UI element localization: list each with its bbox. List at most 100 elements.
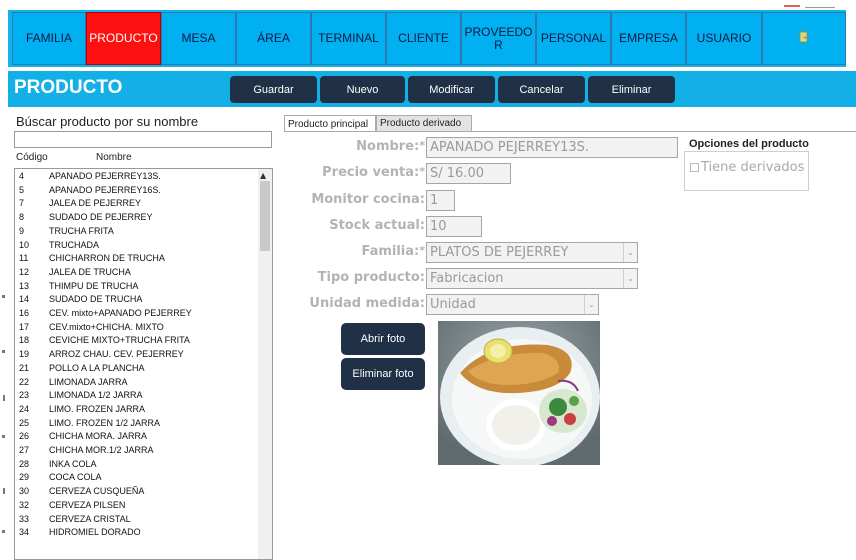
list-item-code: 21 (19, 362, 30, 373)
list-item[interactable]: 32 CERVEZA PILSEN (15, 500, 256, 511)
search-input[interactable] (14, 131, 272, 148)
tiene-derivados-label: Tiene derivados (701, 160, 805, 175)
list-item-name: TRUCHADA (49, 239, 100, 250)
list-item[interactable]: 33 CERVEZA CRISTAL (15, 514, 256, 525)
list-item-name: TRUCHA FRITA (49, 225, 114, 236)
list-item-code: 25 (19, 417, 30, 428)
tiene-derivados-checkbox[interactable] (690, 163, 699, 172)
nav-empresa[interactable]: EMPRESA (611, 12, 686, 65)
list-item[interactable]: 16 CEV. mixto+APANADO PEJERREY (15, 308, 256, 319)
list-item-name: CEV.mixto+CHICHA. MIXTO (49, 321, 164, 332)
precio-field[interactable]: S/ 16.00 (426, 163, 511, 184)
familia-label: Familia:* (361, 244, 425, 259)
tab-producto-derivado[interactable]: Producto derivado (376, 115, 472, 132)
list-item[interactable]: 27 CHICHA MOR.1/2 JARRA (15, 445, 256, 456)
list-item[interactable]: 13 THIMPU DE TRUCHA (15, 281, 256, 292)
list-item[interactable]: 21 POLLO A LA PLANCHA (15, 363, 256, 374)
nav-proveedor[interactable]: PROVEEDOR (461, 12, 536, 65)
list-item[interactable]: 19 ARROZ CHAU. CEV. PEJERREY (15, 349, 256, 360)
abrir-foto-button[interactable]: Abrir foto (341, 323, 425, 355)
list-item-code: 10 (19, 239, 30, 250)
top-navigation: FAMILIA PRODUCTO MESA ÁREA TERMINAL CLIE… (0, 0, 856, 68)
list-item-name: ARROZ CHAU. CEV. PEJERREY (49, 349, 184, 360)
options-title: Opciones del producto (689, 138, 809, 150)
product-list[interactable]: 34 HIDROMIEL DORADO 33 CERVEZA CRISTAL 32 CER… (14, 168, 273, 560)
guardar-button[interactable]: Guardar (230, 76, 317, 103)
exit-button[interactable] (762, 12, 846, 65)
eliminar-button[interactable]: Eliminar (588, 76, 675, 103)
eliminar-foto-button[interactable]: Eliminar foto (341, 358, 425, 390)
list-item-code: 33 (19, 513, 30, 524)
list-item-name: LIMO. FROZEN 1/2 JARRA (49, 417, 161, 428)
chevron-down-icon[interactable]: ⌄ (623, 269, 637, 288)
tipo-select[interactable]: Fabricacion ⌄ (426, 268, 638, 289)
list-item-name: POLLO A LA PLANCHA (49, 362, 145, 373)
nav-familia[interactable]: FAMILIA (12, 12, 86, 65)
list-item-code: 23 (19, 390, 30, 401)
list-item-code: 17 (19, 321, 30, 332)
monitor-field[interactable]: 1 (426, 190, 455, 211)
nuevo-button[interactable]: Nuevo (320, 76, 405, 103)
nombre-label: Nombre:* (356, 139, 425, 154)
nav-cliente[interactable]: CLIENTE (386, 12, 461, 65)
list-item[interactable]: 7 JALEA DE PEJERREY (15, 198, 256, 209)
list-item[interactable]: 14 SUDADO DE TRUCHA (15, 294, 256, 305)
modificar-button[interactable]: Modificar (408, 76, 495, 103)
nav-usuario[interactable]: USUARIO (686, 12, 762, 65)
list-item-code: 19 (19, 349, 30, 360)
list-item[interactable]: 9 TRUCHA FRITA (15, 226, 256, 237)
nombre-field[interactable]: APANADO PEJERREY13S. (426, 137, 678, 158)
list-item-code: 16 (19, 308, 30, 318)
stock-field[interactable]: 10 (426, 216, 482, 237)
header-bar: PRODUCTO Guardar Nuevo Modificar Cancela… (8, 71, 856, 107)
list-item[interactable]: 5 APANADO PEJERREY16S. (15, 185, 256, 196)
nav-mesa[interactable]: MESA (161, 12, 236, 65)
scroll-thumb[interactable] (260, 181, 270, 251)
list-item[interactable]: 25 LIMO. FROZEN 1/2 JARRA (15, 418, 256, 429)
list-item[interactable]: 11 CHICHARRON DE TRUCHA (15, 253, 256, 264)
list-item[interactable]: 10 TRUCHADA (15, 240, 256, 251)
stock-label: Stock actual: (329, 218, 425, 233)
list-item[interactable]: 30 CERVEZA CUSQUEÑA (15, 486, 256, 497)
list-item-name: CEV. mixto+APANADO PEJERREY (49, 308, 192, 318)
list-item[interactable]: 24 LIMO. FROZEN JARRA (15, 404, 256, 415)
tab-producto-principal[interactable]: Producto principal (284, 115, 376, 132)
list-item[interactable]: 23 LIMONADA 1/2 JARRA (15, 390, 256, 401)
list-item-code: 24 (19, 403, 30, 414)
nav-personal[interactable]: PERSONAL (536, 12, 611, 65)
list-item[interactable]: 29 COCA COLA (15, 472, 256, 483)
chevron-down-icon[interactable]: ⌄ (623, 243, 637, 262)
scroll-up-arrow-icon[interactable]: ▲ (260, 171, 266, 180)
list-item-name: APANADO PEJERREY13S. (49, 171, 161, 181)
list-item[interactable]: 4 APANADO PEJERREY13S. (15, 171, 256, 182)
nav-producto[interactable]: PRODUCTO (86, 12, 161, 65)
list-item-name: COCA COLA (49, 472, 102, 483)
list-item-code: 9 (19, 225, 25, 236)
list-item[interactable]: 18 CEVICHE MIXTO+TRUCHA FRITA (15, 335, 256, 346)
list-item[interactable]: 28 INKA COLA (15, 459, 256, 470)
chevron-down-icon[interactable]: ⌄ (584, 295, 598, 314)
list-item[interactable]: 26 CHICHA MORA. JARRA (15, 431, 256, 442)
list-item-name: LIMO. FROZEN JARRA (49, 403, 146, 414)
familia-select[interactable]: PLATOS DE PEJERREY ⌄ (426, 242, 638, 263)
list-item-code: 14 (19, 294, 30, 305)
list-item-name: APANADO PEJERREY16S. (49, 184, 161, 195)
nav-terminal[interactable]: TERMINAL (311, 12, 386, 65)
cancelar-button[interactable]: Cancelar (498, 76, 585, 103)
list-item-name: LIMONADA 1/2 JARRA (49, 390, 143, 401)
list-item[interactable]: 22 LIMONADA JARRA (15, 377, 256, 388)
list-item-name: CHICHARRON DE TRUCHA (49, 253, 165, 264)
list-item-name: CHICHA MORA. JARRA (49, 431, 148, 442)
list-item-code: 34 (19, 527, 30, 538)
list-item[interactable]: 12 JALEA DE TRUCHA (15, 267, 256, 278)
unidad-select[interactable]: Unidad ⌄ (426, 294, 599, 315)
column-header-name: Nombre (96, 152, 132, 163)
list-item-name: INKA COLA (49, 458, 97, 469)
nav-area[interactable]: ÁREA (236, 12, 311, 65)
list-item[interactable]: 34 HIDROMIEL DORADO (15, 527, 256, 538)
product-photo (438, 321, 600, 465)
list-item[interactable]: 17 CEV.mixto+CHICHA. MIXTO (15, 322, 256, 333)
list-item-code: 7 (19, 198, 25, 209)
list-item[interactable]: 8 SUDADO DE PEJERREY (15, 212, 256, 223)
unidad-value: Unidad (430, 297, 476, 312)
